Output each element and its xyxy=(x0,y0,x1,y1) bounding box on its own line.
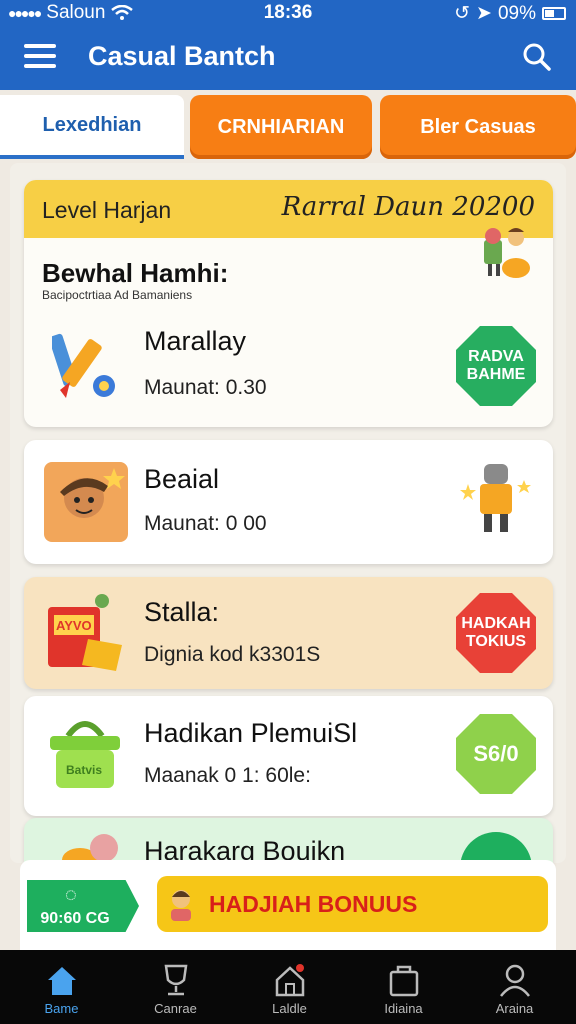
item-title: Beaial xyxy=(144,464,220,494)
tab-bler-casuas[interactable]: Bler Casuas xyxy=(380,95,576,159)
status-badge[interactable]: RADVA BAHME xyxy=(456,326,536,406)
bonus-button-label: HADJIAH BONUUS xyxy=(209,890,418,917)
app-title: Casual Bantch xyxy=(88,41,276,71)
app-header: Casual Bantch xyxy=(0,26,576,90)
mascot-icon xyxy=(484,228,530,278)
nav-item-araina[interactable]: Araina xyxy=(457,950,572,1024)
list-item[interactable]: AYVO Stalla: Dignia kod k3301S HADKAH TO… xyxy=(24,577,553,689)
promo-reward-button[interactable]: ◌ 90:60 CG xyxy=(27,880,139,932)
item-subtitle: Maanak 0 1: 60le: xyxy=(144,764,311,787)
location-icon: ➤ xyxy=(476,3,492,24)
feature-subtitle: Bewhal Hamhi: xyxy=(42,258,229,288)
svg-text:Batvis: Batvis xyxy=(66,763,102,777)
rotation-lock-icon: ↺ xyxy=(454,3,471,24)
tab-crnhiarian[interactable]: CRNHIARIAN xyxy=(190,95,372,159)
character-icon xyxy=(44,462,128,542)
feature-card[interactable]: Level Harjan Rarral Daun 20200 Bewhal Ha… xyxy=(24,180,553,427)
status-bar: ●●●●● Saloun 18:36 ↺ ➤ 09% xyxy=(0,0,576,26)
gift-box-icon: AYVO xyxy=(48,594,122,671)
nav-item-home[interactable]: Bame xyxy=(4,950,119,1024)
tab-lexedhian[interactable]: Lexedhian xyxy=(0,95,184,159)
trophy-icon xyxy=(164,964,188,996)
promo-bar: ◌ 90:60 CG HADJIAH BONUUS xyxy=(20,860,556,950)
battery-icon xyxy=(542,7,566,20)
nav-item-laldle[interactable]: Laldle xyxy=(232,950,347,1024)
status-badge[interactable]: HADKAH TOKIUS xyxy=(456,593,536,673)
feature-header-right: Rarral Daun 20200 xyxy=(281,192,535,222)
nav-item-idiaina[interactable]: Idiaina xyxy=(346,950,461,1024)
svg-text:AYVO: AYVO xyxy=(56,618,92,633)
feature-caption: Bacipoctrtiaa Ad Bamaniens xyxy=(42,288,193,302)
hamburger-menu-icon[interactable] xyxy=(24,44,56,70)
nav-label: Bame xyxy=(44,1001,79,1016)
search-icon[interactable] xyxy=(522,42,552,72)
bottom-nav: Bame Canrae Laldle Idiaina Araina xyxy=(0,950,576,1024)
nav-item-canrae[interactable]: Canrae xyxy=(118,950,233,1024)
item-subtitle: Dignia kod k3301S xyxy=(144,643,321,666)
robot-icon xyxy=(460,464,531,532)
item-title: Stalla: xyxy=(144,597,220,627)
basket-icon: Batvis xyxy=(50,721,120,788)
promo-reward-label: 90:60 CG xyxy=(40,910,110,927)
nav-label: Canrae xyxy=(154,1001,197,1016)
item-subtitle: Maunat: 0 00 xyxy=(144,512,267,535)
item-subtitle: Maunat: 0.30 xyxy=(144,376,267,399)
feature-header-left: Level Harjan xyxy=(42,197,172,223)
house-alert-icon xyxy=(275,964,305,997)
bonus-button[interactable]: HADJIAH BONUUS xyxy=(157,876,548,932)
item-title: Marallay xyxy=(144,326,247,356)
nav-label: Laldle xyxy=(272,1001,307,1016)
status-badge[interactable]: S6/0 xyxy=(456,714,536,794)
list-item[interactable]: Batvis Hadikan PlemuiSl Maanak 0 1: 60le… xyxy=(24,696,553,816)
profile-icon xyxy=(500,964,530,997)
tab-bar: Lexedhian CRNHIARIAN Bler Casuas xyxy=(0,95,576,159)
nav-label: Araina xyxy=(495,1001,534,1016)
avatar-icon xyxy=(171,890,191,921)
apple-icon: ◌ xyxy=(65,884,77,906)
feature-card-header: Level Harjan Rarral Daun 20200 xyxy=(24,180,553,238)
home-icon xyxy=(48,967,76,995)
nav-label: Idiaina xyxy=(384,1001,423,1016)
bag-icon xyxy=(389,965,419,997)
item-title: Hadikan PlemuiSl xyxy=(144,718,358,748)
list-item[interactable]: Beaial Maunat: 0 00 xyxy=(24,440,553,564)
battery-percent: 09% xyxy=(497,2,536,24)
pencil-icon xyxy=(52,333,115,398)
